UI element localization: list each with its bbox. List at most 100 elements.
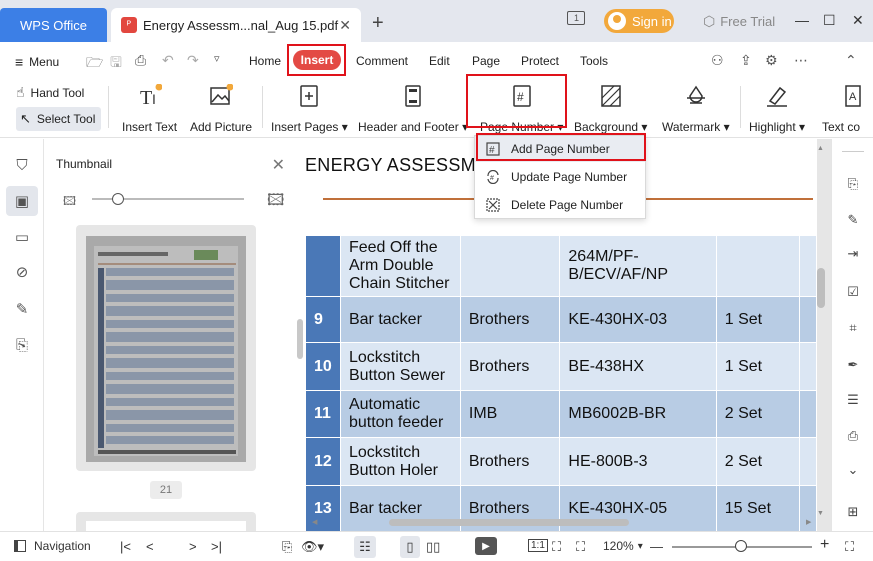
actual-size-icon[interactable]: 1:1: [528, 539, 548, 552]
quick-access-dropdown-icon[interactable]: ▿: [214, 52, 220, 65]
last-page-icon[interactable]: >|: [211, 539, 222, 554]
compare-icon[interactable]: ☰: [844, 391, 862, 409]
convert-icon[interactable]: ⎘: [844, 175, 862, 193]
hand-tool-button[interactable]: ☝ Hand Tool: [16, 84, 84, 101]
zoom-out-icon[interactable]: —: [650, 539, 663, 554]
insert-tab-highlight: [287, 44, 346, 76]
close-window-icon[interactable]: ✕: [852, 12, 864, 29]
bookmark-icon[interactable]: ⛉: [12, 155, 32, 175]
attachment-icon[interactable]: ⊘: [12, 262, 32, 282]
thumbnail-size-slider-knob[interactable]: [112, 193, 124, 205]
comment-icon[interactable]: ▭: [12, 227, 32, 247]
background-button[interactable]: Background ▾: [574, 82, 647, 134]
tab-protect[interactable]: Protect: [521, 54, 559, 68]
insert-pages-button[interactable]: Insert Pages ▾: [271, 82, 348, 134]
watermark-button[interactable]: Watermark ▾: [662, 82, 730, 134]
gear-icon[interactable]: ⚙: [765, 52, 778, 69]
text-comment-icon: A: [842, 84, 866, 108]
background-label: Background ▾: [574, 120, 648, 134]
wps-office-tab[interactable]: WPS Office: [0, 8, 107, 42]
redo-icon[interactable]: ↷: [187, 52, 199, 69]
main-menu-button[interactable]: ≡ Menu: [15, 54, 59, 70]
print-side-icon[interactable]: ⎙: [844, 427, 862, 445]
first-page-icon[interactable]: |<: [120, 539, 131, 554]
tab-edit[interactable]: Edit: [429, 54, 450, 68]
tab-page[interactable]: Page: [472, 54, 500, 68]
highlight-button[interactable]: Highlight ▾: [749, 82, 805, 134]
fullscreen-icon[interactable]: ⛶: [845, 539, 854, 555]
collapse-ribbon-icon[interactable]: ⌃: [845, 52, 857, 69]
small-image-icon[interactable]: 🖾: [63, 192, 76, 213]
ocr-icon[interactable]: ⌗: [844, 319, 862, 337]
share-icon[interactable]: ⇪: [740, 52, 752, 69]
share-user-icon[interactable]: ⚇: [711, 52, 724, 69]
maximize-icon[interactable]: ☐: [823, 12, 836, 29]
save-icon[interactable]: 🖫: [110, 52, 122, 76]
sign-pen-icon[interactable]: ✒: [844, 356, 862, 374]
more-icon[interactable]: ⋯: [794, 52, 808, 69]
update-page-number-label: Update Page Number: [511, 170, 628, 184]
single-page-view-icon[interactable]: ☷: [354, 536, 376, 558]
tab-comment[interactable]: Comment: [356, 54, 408, 68]
delete-page-number-label: Delete Page Number: [511, 198, 624, 212]
tab-home[interactable]: Home: [249, 54, 281, 68]
zoom-level-select[interactable]: 120% ▾: [603, 539, 643, 553]
two-page-view-icon[interactable]: ▯▯: [426, 539, 440, 555]
horizontal-scrollbar[interactable]: [389, 519, 629, 526]
fit-width-icon[interactable]: ⛶: [576, 539, 585, 555]
continuous-view-icon[interactable]: ▯: [400, 536, 420, 558]
page-thumbnail[interactable]: [76, 225, 256, 471]
zoom-in-icon[interactable]: +: [820, 536, 829, 554]
eye-mode-icon[interactable]: 👁▾: [301, 539, 324, 555]
free-trial-button[interactable]: ⬡ Free Trial: [703, 13, 775, 30]
open-folder-icon[interactable]: 🗁: [86, 52, 103, 76]
update-page-number-item[interactable]: # Update Page Number: [475, 164, 645, 190]
previous-page-icon[interactable]: <: [146, 539, 154, 554]
undo-icon[interactable]: ↶: [162, 52, 174, 69]
svg-text:A: A: [849, 91, 857, 103]
add-picture-button[interactable]: Add Picture: [190, 82, 252, 134]
page-view-icon[interactable]: ⎘: [282, 539, 292, 555]
thumbnail-panel-icon[interactable]: ▣: [6, 186, 38, 216]
window-layout-icon[interactable]: 1: [567, 11, 585, 25]
zoom-slider-knob[interactable]: [735, 540, 747, 552]
expand-more-icon[interactable]: ⌄: [844, 461, 862, 479]
scroll-down-arrow[interactable]: ▼: [817, 510, 824, 517]
add-page-number-highlight: [476, 133, 646, 161]
header-footer-text: Header and Footer: [358, 120, 459, 134]
next-page-icon[interactable]: >: [189, 539, 197, 554]
document-tab[interactable]: ᴾ Energy Assessm...nal_Aug 15.pdf ✕: [111, 8, 361, 42]
extract-icon[interactable]: ⎘: [12, 335, 32, 355]
insert-text-button[interactable]: TI Insert Text: [122, 82, 177, 134]
text-comment-button[interactable]: A Text co: [822, 82, 866, 134]
quantity: 15 Set: [715, 485, 800, 531]
machine-name: Lockstitch Button Sewer: [339, 342, 461, 391]
scroll-left-arrow[interactable]: ◀: [312, 518, 317, 526]
thumbnail-scrollbar[interactable]: [297, 319, 303, 359]
fit-page-icon[interactable]: ⛶: [552, 539, 561, 555]
scroll-up-arrow[interactable]: ▲: [817, 145, 824, 152]
new-tab-icon[interactable]: +: [372, 12, 384, 35]
edit-pdf-icon[interactable]: ✎: [844, 211, 862, 229]
close-tab-icon[interactable]: ✕: [339, 17, 351, 34]
quantity: 1 Set: [715, 342, 800, 391]
header-footer-button[interactable]: Header and Footer ▾: [358, 82, 468, 134]
fill-sign-icon[interactable]: ☑: [844, 283, 862, 301]
delete-page-number-item[interactable]: Delete Page Number: [475, 192, 645, 218]
pdf-file-icon: ᴾ: [121, 17, 137, 33]
tab-tools[interactable]: Tools: [580, 54, 608, 68]
play-slideshow-icon[interactable]: ▶: [475, 537, 497, 555]
minimize-icon[interactable]: —: [795, 12, 809, 28]
apps-grid-icon[interactable]: ⊞: [844, 503, 862, 521]
next-page-thumbnail[interactable]: [76, 512, 256, 533]
navigation-toggle[interactable]: Navigation: [14, 539, 91, 553]
export-icon[interactable]: ⇥: [844, 245, 862, 263]
large-image-icon[interactable]: 🖾: [267, 189, 284, 216]
select-tool-button[interactable]: ↖ Select Tool: [16, 107, 102, 131]
close-panel-icon[interactable]: ✕: [272, 155, 285, 175]
signature-icon[interactable]: ✎: [12, 299, 32, 319]
vertical-scrollbar[interactable]: [817, 268, 825, 308]
sign-in-button[interactable]: Sign in: [604, 9, 674, 33]
print-icon[interactable]: ⎙: [135, 52, 146, 69]
scroll-right-arrow[interactable]: ▶: [806, 518, 811, 526]
